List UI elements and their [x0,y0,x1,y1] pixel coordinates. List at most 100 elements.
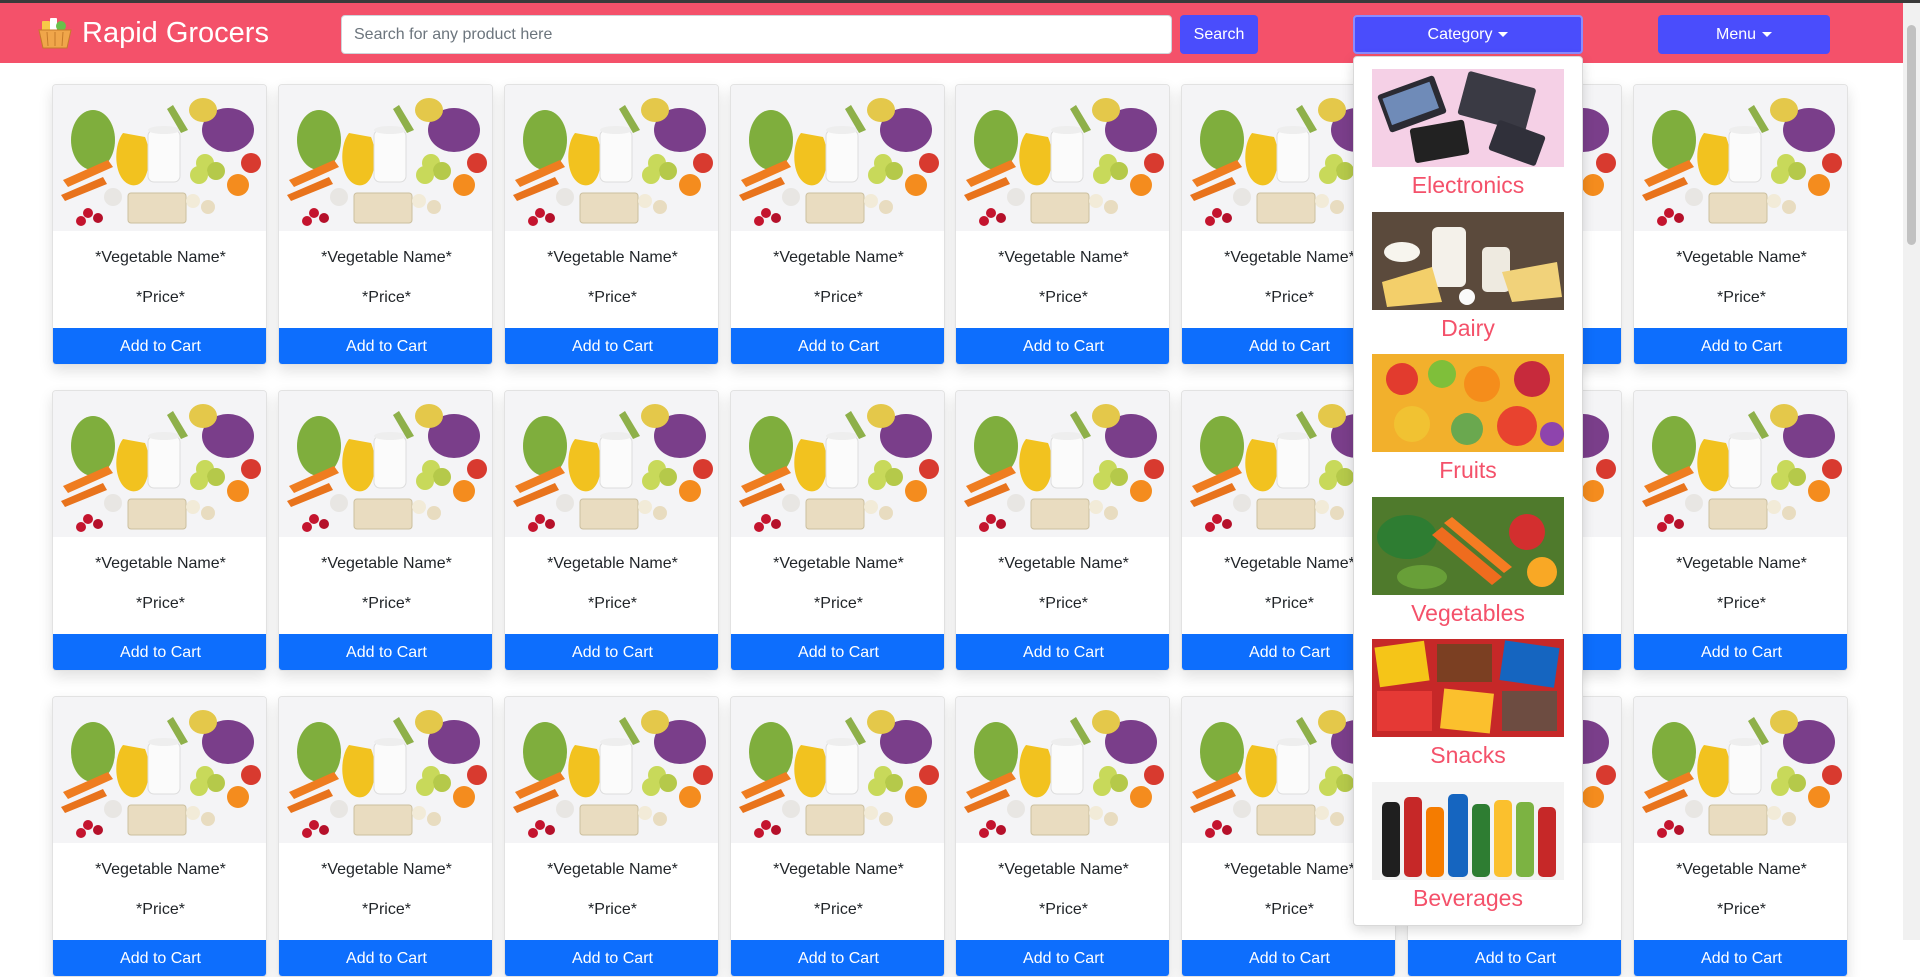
add-to-cart-button[interactable]: Add to Cart [1634,328,1847,364]
product-image[interactable] [53,85,267,231]
menu-button-label: Menu [1715,25,1757,43]
snacks-image [1372,639,1564,737]
product-price: *Price* [1039,595,1088,612]
product-price: *Price* [814,595,863,612]
product-card: *Vegetable Name* *Price* Add to Cart [52,84,267,365]
product-name: *Vegetable Name* [547,555,678,572]
product-card: *Vegetable Name* *Price* Add to Cart [504,696,719,977]
category-dropdown-button[interactable]: Category [1353,15,1583,54]
scrollbar-thumb[interactable] [1907,25,1916,245]
add-to-cart-button[interactable]: Add to Cart [279,940,492,976]
product-image[interactable] [956,391,1170,537]
category-item-electronics[interactable]: Electronics [1372,69,1564,199]
product-card: *Vegetable Name* *Price* Add to Cart [955,696,1170,977]
product-image[interactable] [279,85,493,231]
category-label: Dairy [1441,314,1495,341]
product-image[interactable] [731,697,945,843]
product-name: *Vegetable Name* [773,555,904,572]
product-price: *Price* [136,289,185,306]
product-card: *Vegetable Name* *Price* Add to Cart [278,696,493,977]
product-image[interactable] [1634,391,1848,537]
product-name: *Vegetable Name* [547,861,678,878]
category-item-snacks[interactable]: Snacks [1372,639,1564,769]
beverages-image [1372,781,1564,880]
page-scrollbar[interactable] [1903,3,1920,940]
product-image[interactable] [279,697,493,843]
product-price: *Price* [1717,901,1766,918]
product-price: *Price* [814,901,863,918]
product-price: *Price* [136,595,185,612]
category-button-label: Category [1427,25,1493,43]
product-name: *Vegetable Name* [773,861,904,878]
product-image[interactable] [505,391,719,537]
product-image[interactable] [1634,85,1848,231]
add-to-cart-button[interactable]: Add to Cart [505,634,718,670]
category-label: Fruits [1439,457,1497,483]
add-to-cart-button[interactable]: Add to Cart [1634,940,1847,976]
category-item-beverages[interactable]: Beverages [1372,781,1564,912]
category-item-vegetables[interactable]: Vegetables [1372,496,1564,627]
product-card: *Vegetable Name* *Price* Add to Cart [278,84,493,365]
product-card: *Vegetable Name* *Price* Add to Cart [730,84,945,365]
add-to-cart-button[interactable]: Add to Cart [1182,940,1395,976]
product-image[interactable] [956,697,1170,843]
menu-dropdown-button[interactable]: Menu [1658,15,1830,54]
product-name: *Vegetable Name* [95,555,226,572]
add-to-cart-button[interactable]: Add to Cart [279,328,492,364]
category-item-fruits[interactable]: Fruits [1372,354,1564,484]
product-image[interactable] [1634,697,1848,843]
category-item-dairy[interactable]: Dairy [1372,211,1564,342]
add-to-cart-button[interactable]: Add to Cart [956,634,1169,670]
product-image[interactable] [505,85,719,231]
product-price: *Price* [588,901,637,918]
fruits-image [1372,354,1564,452]
product-image[interactable] [731,85,945,231]
brand[interactable]: Rapid Grocers [38,15,269,51]
add-to-cart-button[interactable]: Add to Cart [731,940,944,976]
add-to-cart-button[interactable]: Add to Cart [53,634,266,670]
add-to-cart-button[interactable]: Add to Cart [956,328,1169,364]
product-price: *Price* [1717,289,1766,306]
add-to-cart-button[interactable]: Add to Cart [1634,634,1847,670]
product-card: *Vegetable Name* *Price* Add to Cart [955,390,1170,671]
product-name: *Vegetable Name* [998,861,1129,878]
product-price: *Price* [588,595,637,612]
product-card: *Vegetable Name* *Price* Add to Cart [504,390,719,671]
search-button-label: Search [1193,25,1245,43]
add-to-cart-button[interactable]: Add to Cart [1408,940,1621,976]
product-name: *Vegetable Name* [321,249,452,266]
product-image[interactable] [505,697,719,843]
category-dropdown-menu: Electronics Dairy Fruits Vegetables Snacks Be… [1353,56,1583,926]
product-name: *Vegetable Name* [95,249,226,266]
brand-name: Rapid Grocers [82,16,269,49]
search-button[interactable]: Search [1180,15,1258,54]
category-label: Snacks [1430,742,1506,768]
product-image[interactable] [53,697,267,843]
product-image[interactable] [956,85,1170,231]
product-card: *Vegetable Name* *Price* Add to Cart [52,390,267,671]
add-to-cart-button[interactable]: Add to Cart [956,940,1169,976]
product-price: *Price* [814,289,863,306]
product-card: *Vegetable Name* *Price* Add to Cart [1633,84,1848,365]
product-image[interactable] [279,391,493,537]
product-name: *Vegetable Name* [95,861,226,878]
caret-down-icon [1762,32,1773,37]
product-image[interactable] [53,391,267,537]
navbar: Rapid Grocers Search Category Menu [0,3,1920,63]
product-card: *Vegetable Name* *Price* Add to Cart [1633,696,1848,977]
product-name: *Vegetable Name* [1676,555,1807,572]
search-input[interactable] [341,15,1172,54]
electronics-image [1372,69,1564,167]
product-name: *Vegetable Name* [547,249,678,266]
product-image[interactable] [731,391,945,537]
add-to-cart-button[interactable]: Add to Cart [505,940,718,976]
add-to-cart-button[interactable]: Add to Cart [53,940,266,976]
add-to-cart-button[interactable]: Add to Cart [731,328,944,364]
add-to-cart-button[interactable]: Add to Cart [731,634,944,670]
add-to-cart-button[interactable]: Add to Cart [505,328,718,364]
dairy-image [1372,211,1564,310]
add-to-cart-button[interactable]: Add to Cart [279,634,492,670]
product-card: *Vegetable Name* *Price* Add to Cart [730,696,945,977]
grocery-basket-icon [38,18,72,49]
add-to-cart-button[interactable]: Add to Cart [53,328,266,364]
